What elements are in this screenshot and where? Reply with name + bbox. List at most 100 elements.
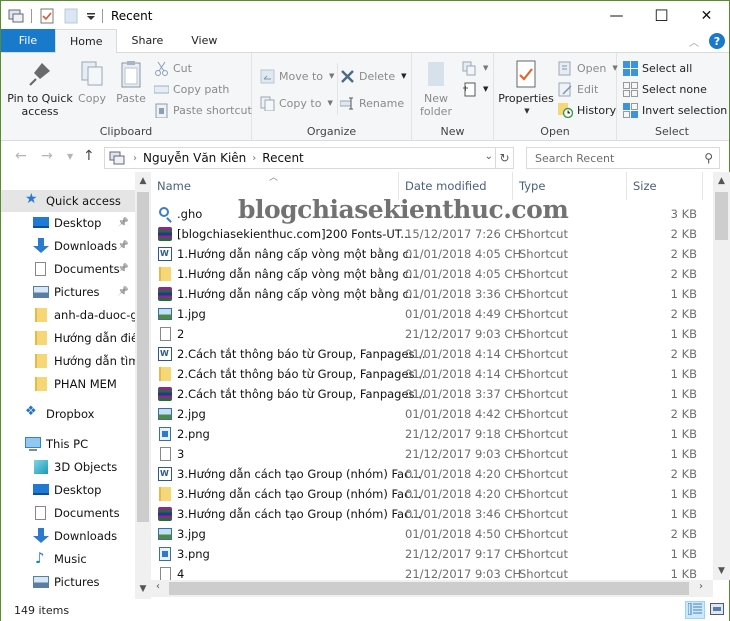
history-button[interactable]: History	[558, 101, 616, 119]
paste-shortcut-button[interactable]: Paste shortcut	[154, 101, 252, 119]
back-button[interactable]: ←	[15, 148, 27, 164]
breadcrumb-user[interactable]: Nguyễn Văn Kiên	[143, 151, 246, 165]
nav-item[interactable]: Desktop 📌	[1, 212, 135, 234]
cut-button[interactable]: Cut	[154, 59, 192, 77]
file-row[interactable]: 3.png 21/12/2017 9:17 CH Shortcut 1 KB	[151, 544, 713, 564]
scroll-left-arrow-icon[interactable]: ‹	[156, 581, 160, 592]
minimize-button[interactable]: —	[594, 1, 639, 30]
horizontal-scroll-thumb[interactable]	[169, 582, 689, 595]
nav-item[interactable]: ★ Quick access	[1, 190, 135, 212]
file-row[interactable]: 2.Cách tắt thông báo từ Group, Fanpages.…	[151, 384, 713, 404]
nav-pane-scrollbar[interactable]: ▲ ▼	[135, 172, 151, 599]
forward-button[interactable]: →	[41, 148, 53, 164]
file-row[interactable]: 3.jpg 01/01/2018 4:50 CH Shortcut 2 KB	[151, 524, 713, 544]
nav-item[interactable]: PHAN MEM	[1, 373, 135, 395]
column-header-size[interactable]: Size	[627, 172, 703, 200]
refresh-icon[interactable]: ↻	[495, 148, 513, 168]
invert-selection-button[interactable]: Invert selection	[623, 101, 727, 119]
file-row[interactable]: 3.Hướng dẫn cách tạo Group (nhóm) Fac...…	[151, 484, 713, 504]
file-row[interactable]: 3.Hướng dẫn cách tạo Group (nhóm) Fac...…	[151, 504, 713, 524]
file-row[interactable]: 2.jpg 01/01/2018 4:42 CH Shortcut 2 KB	[151, 404, 713, 424]
file-row[interactable]: 2.png 21/12/2017 9:18 CH Shortcut 1 KB	[151, 424, 713, 444]
file-row[interactable]: 4 21/12/2017 9:03 CH Shortcut 1 KB	[151, 564, 713, 580]
nav-item[interactable]: Downloads 📌	[1, 235, 135, 257]
nav-item[interactable]: 3D Objects	[1, 456, 135, 478]
address-bar[interactable]: › Nguyễn Văn Kiên › Recent ⌄ ↻	[104, 147, 514, 169]
select-all-button[interactable]: Select all	[623, 59, 692, 77]
select-none-button[interactable]: Select none	[623, 80, 707, 98]
tab-file[interactable]: File	[1, 29, 55, 52]
pin-to-quick-access-button[interactable]: Pin to Quick access	[7, 59, 73, 118]
documents-icon	[33, 261, 49, 277]
close-button[interactable]: ✕	[684, 1, 729, 30]
edit-button[interactable]: Edit	[558, 80, 598, 98]
file-row[interactable]: 3 21/12/2017 9:03 CH Shortcut 1 KB	[151, 444, 713, 464]
tab-view[interactable]: View	[177, 29, 231, 52]
open-button[interactable]: Open ▼	[558, 59, 618, 77]
nav-item[interactable]: Desktop	[1, 479, 135, 501]
nav-item[interactable]: Downloads	[1, 525, 135, 547]
file-row[interactable]: 1.jpg 01/01/2018 4:49 CH Shortcut 2 KB	[151, 304, 713, 324]
up-button[interactable]: ↑	[83, 148, 95, 164]
easy-access-button[interactable]: ▼	[462, 80, 488, 98]
nav-item[interactable]: Hướng dẫn điều	[1, 327, 135, 349]
details-view-button[interactable]	[685, 601, 705, 619]
delete-button[interactable]: Delete ▼	[340, 67, 407, 85]
file-row[interactable]: 1.Hướng dẫn nâng cấp vòng một bằng c...0…	[151, 264, 713, 284]
copy-to-button[interactable]: Copy to ▼	[260, 94, 333, 112]
nav-item[interactable]: Hướng dẫn tìm	[1, 350, 135, 372]
large-icons-view-button[interactable]	[707, 601, 727, 619]
file-row[interactable]: [blogchiasekienthuc.com]200 Fonts-UT... 1…	[151, 224, 713, 244]
copy-path-button[interactable]: Copy path	[153, 80, 229, 98]
scroll-down-arrow-icon[interactable]: ▼	[135, 584, 151, 594]
nav-item[interactable]: Pictures 📌	[1, 281, 135, 303]
nav-item[interactable]: Documents 📌	[1, 258, 135, 280]
nav-item[interactable]: This PC	[1, 433, 135, 455]
copy-button[interactable]: Copy	[77, 59, 107, 105]
file-row[interactable]: 2.Cách tắt thông báo từ Group, Fanpages.…	[151, 344, 713, 364]
nav-scroll-thumb[interactable]	[137, 192, 149, 522]
scroll-up-arrow-icon[interactable]: ▲	[713, 176, 730, 186]
new-folder-button[interactable]: New folder	[416, 59, 456, 118]
recent-locations-dropdown[interactable]: ▼	[67, 152, 73, 161]
file-row[interactable]: 2.Cách tắt thông báo từ Group, Fanpages.…	[151, 364, 713, 384]
file-row[interactable]: 1.Hướng dẫn nâng cấp vòng một bằng c...0…	[151, 244, 713, 264]
nav-item[interactable]: Pictures	[1, 571, 135, 593]
file-list-horizontal-scrollbar[interactable]: ‹ ›	[151, 580, 713, 597]
properties-button[interactable]: Properties ▼	[498, 59, 554, 118]
file-list-vertical-scrollbar[interactable]: ▲ ▼	[713, 172, 730, 580]
file-row[interactable]: .gho 3 KB	[151, 204, 713, 224]
scroll-right-arrow-icon[interactable]: ›	[699, 581, 703, 592]
maximize-button[interactable]: ☐	[639, 1, 684, 30]
address-history-dropdown-icon[interactable]: ⌄	[485, 151, 493, 162]
move-to-button[interactable]: Move to ▼	[260, 67, 334, 85]
column-header-name[interactable]: Name	[151, 172, 399, 200]
scroll-down-arrow-icon[interactable]: ▼	[713, 566, 730, 576]
nav-item[interactable]: ❖ Dropbox	[1, 403, 135, 425]
file-row[interactable]: 1.Hướng dẫn nâng cấp vòng một bằng c...0…	[151, 284, 713, 304]
nav-item[interactable]: anh-da-duoc-gi	[1, 304, 135, 326]
nav-item[interactable]: Documents	[1, 502, 135, 524]
tab-home[interactable]: Home	[55, 29, 118, 53]
file-row[interactable]: 3.Hướng dẫn cách tạo Group (nhóm) Fac...…	[151, 464, 713, 484]
paste-button[interactable]: Paste	[115, 59, 147, 105]
properties-qat-icon[interactable]	[38, 7, 56, 25]
column-header-type[interactable]: Type	[513, 172, 627, 200]
breadcrumb-recent[interactable]: Recent	[262, 151, 303, 165]
vertical-scroll-thumb[interactable]	[715, 192, 728, 240]
rename-button[interactable]: Rename	[339, 94, 404, 112]
scroll-up-arrow-icon[interactable]: ▲	[135, 176, 151, 186]
file-row[interactable]: 2 21/12/2017 9:03 CH Shortcut 1 KB	[151, 324, 713, 344]
column-header-date-modified[interactable]: Date modified	[399, 172, 513, 200]
search-box[interactable]: Search Recent ⚲	[526, 147, 720, 169]
search-input[interactable]: Search Recent	[535, 152, 614, 165]
nav-item-label: Pictures	[54, 575, 100, 589]
toolbar-separator	[31, 8, 32, 23]
nav-item[interactable]: ♪ Music	[1, 548, 135, 570]
help-icon[interactable]: ?	[709, 33, 725, 49]
collapse-ribbon-icon[interactable]: ︿	[689, 34, 699, 49]
new-folder-qat-icon[interactable]	[62, 7, 80, 25]
new-item-button[interactable]: ▼	[462, 59, 488, 77]
tab-share[interactable]: Share	[117, 29, 177, 52]
customize-qat-dropdown-icon[interactable]	[86, 7, 96, 25]
